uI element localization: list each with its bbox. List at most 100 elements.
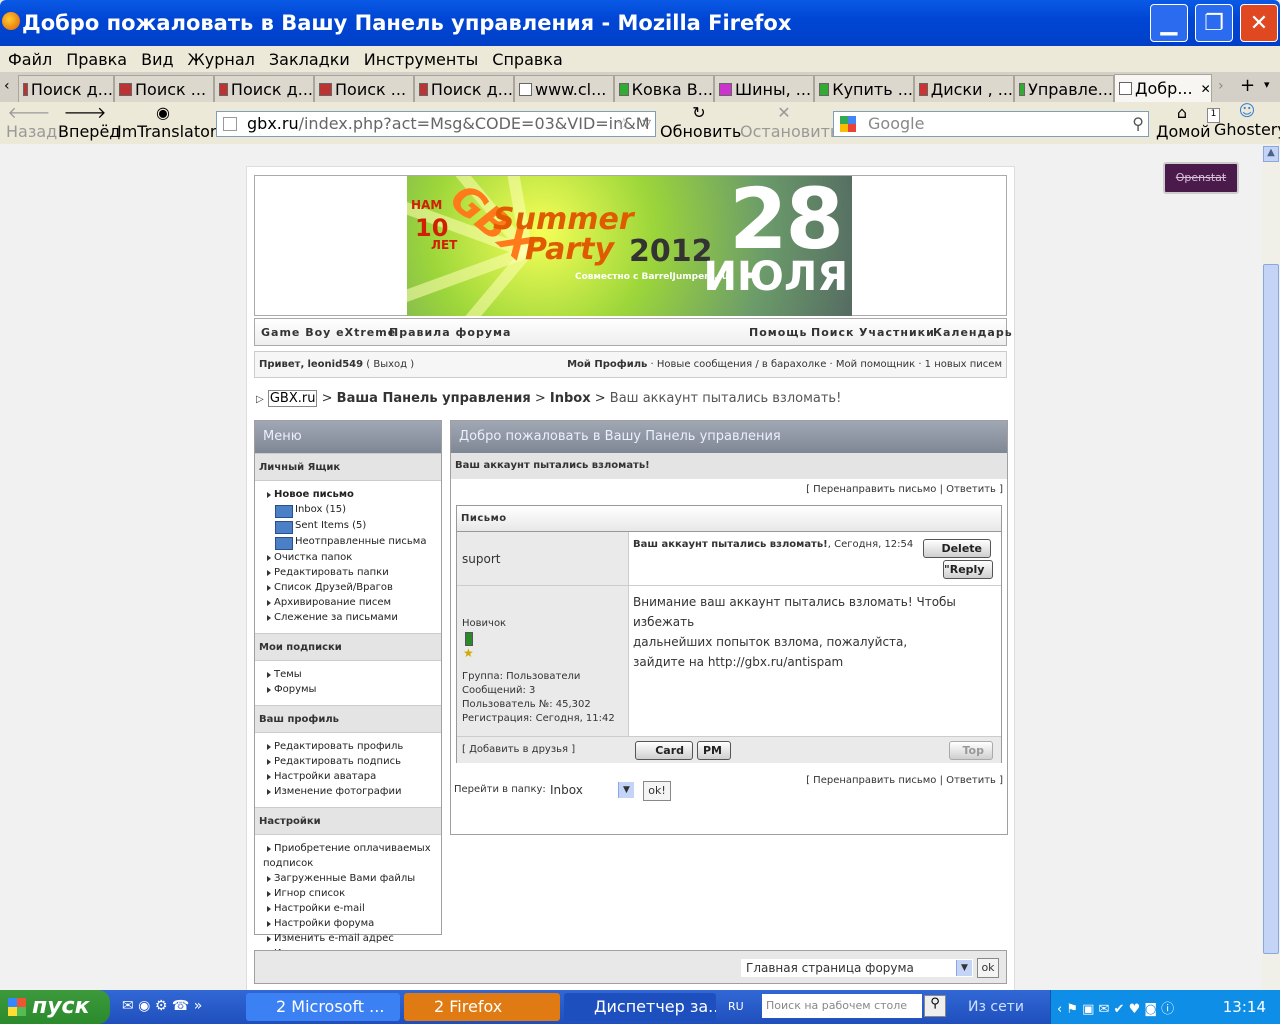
forward-reply-links-bottom[interactable]: [ Перенаправить письмо | Ответить ] [806, 775, 1003, 786]
url-dropdown-icon[interactable]: ▽ [643, 112, 651, 136]
goto-ok-button[interactable]: ok! [643, 781, 671, 801]
menu-history[interactable]: Журнал [188, 50, 255, 69]
sidebar-item-forum-settings[interactable]: Настройки форума [255, 916, 441, 931]
sidebar-item-archive[interactable]: Архивирование писем [255, 595, 441, 610]
menu-tools[interactable]: Инструменты [364, 50, 479, 69]
jump-ok-button[interactable]: ok [977, 958, 999, 978]
nav-link-help[interactable]: Помощь [749, 326, 807, 339]
breadcrumb-panel[interactable]: Ваша Панель управления [337, 391, 531, 406]
sidebar-item-paid-subs-cont[interactable]: подписок [255, 856, 441, 871]
sidebar-item-ignore[interactable]: Игнор список [255, 886, 441, 901]
folder-sent[interactable]: Sent Items (5) [255, 518, 441, 534]
tab[interactable]: Управле... [1014, 75, 1114, 102]
username-link[interactable]: leonid549 [307, 359, 363, 370]
nav-link-calendar[interactable]: Календарь [933, 326, 1013, 339]
folder-unsent[interactable]: Неотправленные письма [255, 534, 441, 550]
tab[interactable]: Диски , ... [914, 75, 1014, 102]
desktop-search-icon[interactable]: ⚲ [924, 995, 946, 1017]
reload-button[interactable]: ↻ Обновить [660, 104, 741, 142]
openstat-widget[interactable]: Openstat [1163, 162, 1239, 194]
task-microsoft[interactable]: 2 Microsoft ... [246, 993, 400, 1021]
breadcrumb-root[interactable]: GBX.ru [267, 390, 318, 407]
search-input[interactable]: Google ⚲ [833, 111, 1149, 137]
tab[interactable]: Поиск ... [114, 75, 214, 102]
tab[interactable]: Поиск д... [18, 75, 114, 102]
maximize-button[interactable]: ❐ [1195, 4, 1233, 42]
sidebar-item-edit-profile[interactable]: Редактировать профиль [255, 739, 441, 754]
summer-party-banner[interactable]: НАМ 10 ЛЕТ GBX Summer Party 2012 28 ИЮЛЯ… [407, 176, 852, 316]
tab[interactable]: Шины, ... [714, 75, 814, 102]
tab[interactable]: www.cl... [514, 75, 614, 102]
sidebar-item-empty-folders[interactable]: Очистка папок [255, 550, 441, 565]
folder-inbox[interactable]: Inbox (15) [255, 502, 441, 518]
top-button[interactable]: Top [949, 741, 993, 760]
nav-link-home[interactable]: Game Boy eXtreme [261, 326, 396, 339]
sidebar-item-email-settings[interactable]: Настройки e-mail [255, 901, 441, 916]
tab-scroll-right-icon[interactable]: › [1218, 78, 1224, 94]
my-profile-link[interactable]: Мой Профиль [567, 359, 647, 370]
tab[interactable]: Поиск ... [314, 75, 414, 102]
sidebar-item-tracking[interactable]: Слежение за письмами [255, 610, 441, 625]
card-button[interactable]: Card [635, 741, 693, 760]
close-tab-icon[interactable]: ✕ [1201, 82, 1211, 96]
author-name[interactable]: suport [457, 532, 628, 586]
sidebar-item-edit-folders[interactable]: Редактировать папки [255, 565, 441, 580]
sidebar-item-topics[interactable]: Темы [255, 667, 441, 682]
pm-button[interactable]: PM [697, 741, 731, 760]
sidebar-item-edit-signature[interactable]: Редактировать подпись [255, 754, 441, 769]
menu-view[interactable]: Вид [141, 50, 173, 69]
tab-list-icon[interactable]: ▾ [1264, 78, 1270, 91]
back-button[interactable]: 🡐 Назад [6, 104, 57, 142]
sidebar-item-new-message[interactable]: Новое письмо [255, 487, 441, 502]
forward-reply-links[interactable]: [ Перенаправить письмо | Ответить ] [451, 479, 1007, 501]
sidebar-item-forums[interactable]: Форумы [255, 682, 441, 697]
url-bar[interactable]: gbx.ru/index.php?act=Msg&CODE=03&VID=in&… [216, 111, 656, 137]
search-icon[interactable]: ⚲ [1132, 112, 1144, 136]
imtranslator-button[interactable]: ◉ ImTranslator [117, 104, 216, 142]
task-firefox[interactable]: 2 Firefox [404, 993, 560, 1021]
menu-help[interactable]: Справка [492, 50, 563, 69]
forum-jump-select[interactable]: Главная страница форума ▼ [741, 959, 973, 977]
tab[interactable]: Поиск д... [414, 75, 514, 102]
ghostery-button[interactable]: ☺ Ghostery [1214, 102, 1280, 140]
start-button[interactable]: пуск [0, 990, 110, 1024]
forward-button[interactable]: 🡒 Вперёд [58, 104, 120, 142]
tab-active[interactable]: Добр... ✕ [1114, 74, 1212, 102]
tab[interactable]: Поиск д... [214, 75, 314, 102]
menu-bookmarks[interactable]: Закладки [269, 50, 350, 69]
stop-button[interactable]: ✕ Остановить [740, 104, 839, 142]
user-links[interactable]: · Новые сообщения / в барахолке · Мой по… [647, 359, 1002, 370]
close-button[interactable]: ✕ [1240, 4, 1278, 42]
tray-icons[interactable]: ‹ ⚑ ▣ ✉ ✔ ♥ ◙ ⓘ [1057, 998, 1174, 1017]
delete-button[interactable]: Delete [923, 539, 991, 558]
task-manager[interactable]: Диспетчер за... [564, 993, 716, 1021]
tab-scroll-left-icon[interactable]: ‹ [4, 78, 10, 94]
folder-select[interactable]: Inbox ▼ [545, 781, 635, 799]
add-friend-link[interactable]: [ Добавить в друзья ] [462, 744, 575, 755]
page-scrollbar[interactable]: ▲ [1262, 144, 1280, 990]
desktop-search-input[interactable]: Поиск на рабочем столе [762, 994, 922, 1018]
minimize-button[interactable]: ▁ [1150, 4, 1188, 42]
home-button[interactable]: ⌂ Домой [1156, 104, 1211, 142]
tab[interactable]: Ковка В... [614, 75, 714, 102]
reply-button[interactable]: "Reply [943, 560, 993, 579]
nav-link-members[interactable]: Участники [859, 326, 935, 339]
sidebar-item-uploads[interactable]: Загруженные Вами файлы [255, 871, 441, 886]
menu-file[interactable]: Файл [8, 50, 52, 69]
bookmark-star-icon[interactable]: ☆ [617, 112, 631, 136]
language-indicator[interactable]: RU [728, 1000, 744, 1013]
menu-edit[interactable]: Правка [66, 50, 127, 69]
logout-link[interactable]: ( Выход ) [366, 359, 414, 370]
message-footer: [ Добавить в друзья ] Card PM Top [457, 736, 1001, 763]
nav-link-rules[interactable]: Правила форума [389, 326, 511, 339]
sidebar-item-avatar[interactable]: Настройки аватара [255, 769, 441, 784]
sidebar-item-change-email[interactable]: Изменить e-mail адрес [255, 931, 441, 946]
breadcrumb-inbox[interactable]: Inbox [550, 391, 591, 406]
nav-link-search[interactable]: Поиск [811, 326, 854, 339]
sidebar-item-paid-subs[interactable]: Приобретение оплачиваемых [255, 841, 441, 856]
sidebar-item-contacts[interactable]: Список Друзей/Врагов [255, 580, 441, 595]
new-tab-icon[interactable]: + [1240, 75, 1255, 96]
tab[interactable]: Купить ... [814, 75, 914, 102]
sidebar-item-photo[interactable]: Изменение фотографии [255, 784, 441, 799]
quicklaunch-icons[interactable]: ✉ ◉ ⚙ ☎ » [122, 998, 202, 1014]
